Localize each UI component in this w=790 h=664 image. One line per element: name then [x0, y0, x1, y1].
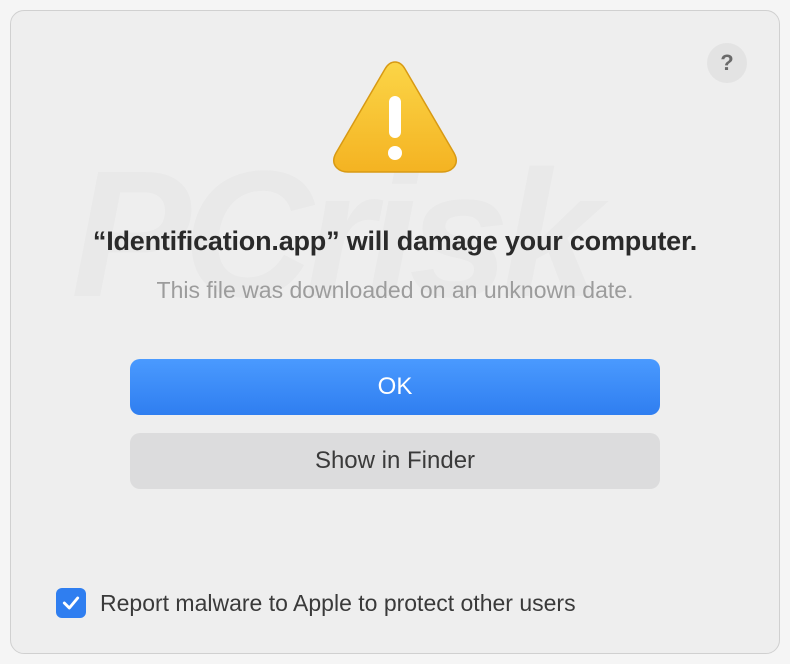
alert-dialog: PCrisk ? “Identification.app” will damag… [10, 10, 780, 654]
dialog-content: “Identification.app” will damage your co… [61, 51, 729, 507]
alert-title: “Identification.app” will damage your co… [93, 226, 697, 257]
ok-button[interactable]: OK [130, 359, 660, 415]
show-in-finder-button[interactable]: Show in Finder [130, 433, 660, 489]
alert-subtitle: This file was downloaded on an unknown d… [157, 277, 634, 304]
report-checkbox[interactable] [56, 588, 86, 618]
checkmark-icon [61, 593, 81, 613]
report-label: Report malware to Apple to protect other… [100, 590, 576, 617]
report-row: Report malware to Apple to protect other… [56, 588, 576, 618]
warning-icon [330, 56, 460, 181]
